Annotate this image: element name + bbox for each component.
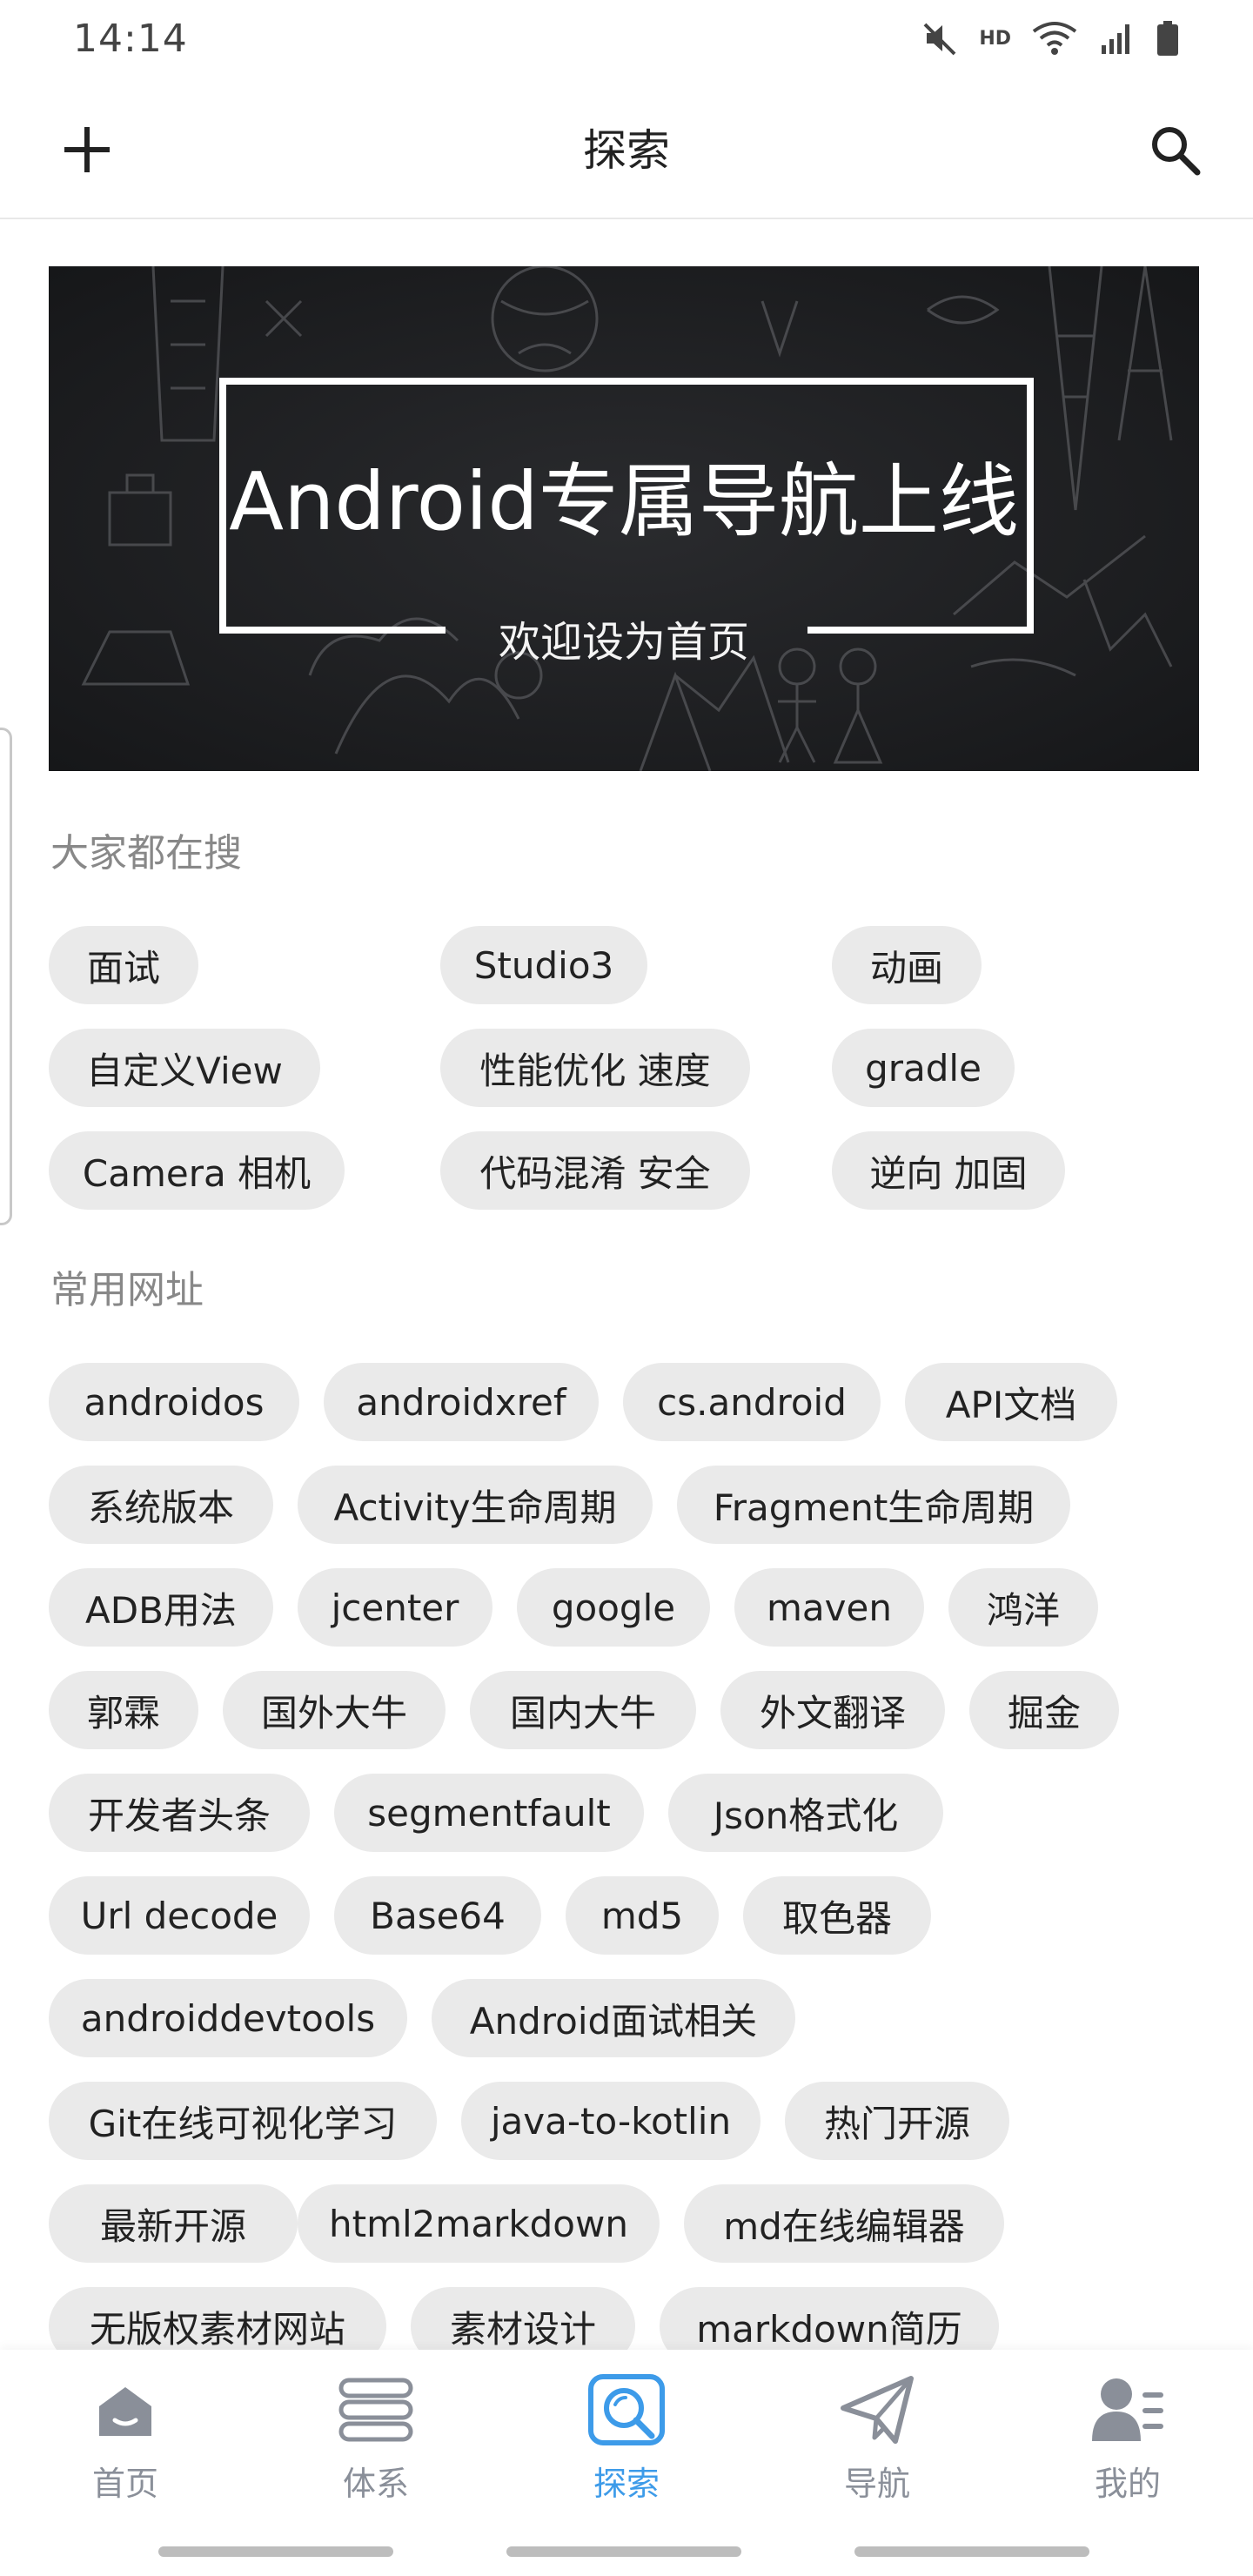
hot-search-chip[interactable]: 逆向 加固 [832, 1131, 1065, 1210]
banner-title: Android专属导航上线 [229, 455, 1019, 548]
site-chip[interactable]: 鸿洋 [948, 1568, 1098, 1647]
banner-subtitle: 欢迎设为首页 [498, 618, 749, 667]
site-chip[interactable]: Fragment生命周期 [677, 1466, 1070, 1544]
bottom-navigation: 首页 体系 探索 导航 我的 [0, 2350, 1253, 2576]
hot-search-chip[interactable]: 性能优化 速度 [440, 1029, 750, 1107]
site-chip[interactable]: androidxref [324, 1363, 599, 1441]
explore-icon [579, 2368, 674, 2452]
signal-icon [1098, 19, 1136, 57]
nav-label: 体系 [342, 2465, 409, 2503]
paper-plane-icon [829, 2368, 925, 2452]
nav-label: 我的 [1094, 2465, 1161, 2503]
explore-screen: 14:14 HD 探索 Android专属导航上线 欢迎设为首页 大家都在搜 面… [0, 0, 1253, 2576]
search-icon [1152, 127, 1201, 176]
hot-searches-title: 大家都在搜 [50, 831, 242, 875]
add-icon [64, 127, 110, 172]
gesture-back[interactable] [854, 2546, 1089, 2557]
site-chip[interactable]: Url decode [49, 1876, 310, 1955]
site-chip[interactable]: 掘金 [969, 1671, 1119, 1749]
site-chip[interactable]: 开发者头条 [49, 1774, 310, 1852]
status-icons: HD [921, 19, 1180, 57]
hot-search-chip[interactable]: Camera 相机 [49, 1131, 345, 1210]
site-chip[interactable]: Activity生命周期 [298, 1466, 653, 1544]
site-chip[interactable]: 取色器 [743, 1876, 931, 1955]
edge-panel-handle[interactable] [0, 728, 12, 1225]
mute-icon [921, 19, 960, 57]
site-chip[interactable]: 郭霖 [49, 1671, 198, 1749]
site-chip[interactable]: Base64 [334, 1876, 541, 1955]
site-chip[interactable]: androiddevtools [49, 1979, 407, 2057]
nav-label: 导航 [843, 2465, 910, 2503]
site-chip[interactable]: androidos [49, 1363, 299, 1441]
battery-icon [1156, 19, 1180, 57]
site-chip[interactable]: 系统版本 [49, 1466, 273, 1544]
site-chip[interactable]: 国外大牛 [223, 1671, 446, 1749]
promo-banner[interactable]: Android专属导航上线 欢迎设为首页 [49, 266, 1199, 771]
site-chip[interactable]: google [517, 1568, 710, 1647]
nav-label: 探索 [593, 2465, 660, 2503]
gesture-home[interactable] [506, 2546, 741, 2557]
site-chip[interactable]: md5 [566, 1876, 719, 1955]
site-chip[interactable]: jcenter [298, 1568, 492, 1647]
hot-search-chip[interactable]: gradle [832, 1029, 1015, 1107]
nav-item-home[interactable]: 首页 [0, 2350, 251, 2515]
nav-item-navigation[interactable]: 导航 [752, 2350, 1002, 2515]
add-button[interactable] [49, 111, 125, 188]
common-sites-title: 常用网址 [50, 1268, 204, 1312]
wifi-icon [1030, 19, 1079, 57]
page-title: 探索 [583, 125, 670, 176]
status-bar: 14:14 HD [0, 0, 1253, 77]
nav-label: 首页 [91, 2465, 158, 2503]
site-chip[interactable]: 最新开源 [49, 2184, 298, 2263]
hot-search-chip[interactable]: 面试 [49, 926, 198, 1004]
nav-item-system[interactable]: 体系 [251, 2350, 501, 2515]
site-chip[interactable]: API文档 [905, 1363, 1117, 1441]
site-chip[interactable]: ADB用法 [49, 1568, 273, 1647]
hd-label: HD [979, 27, 1011, 50]
site-chip[interactable]: 外文翻译 [720, 1671, 945, 1749]
site-chip[interactable]: cs.android [623, 1363, 881, 1441]
site-chip[interactable]: md在线编辑器 [684, 2184, 1004, 2263]
home-icon [77, 2368, 173, 2452]
site-chip[interactable]: java-to-kotlin [461, 2082, 761, 2160]
hot-search-chip[interactable]: 自定义View [49, 1029, 320, 1107]
app-bar: 探索 [0, 77, 1253, 219]
site-chip[interactable]: 热门开源 [785, 2082, 1009, 2160]
site-chip[interactable]: maven [734, 1568, 924, 1647]
hot-search-chip[interactable]: Studio3 [440, 926, 647, 1004]
site-chip[interactable]: Git在线可视化学习 [49, 2082, 437, 2160]
search-button[interactable] [1131, 111, 1218, 188]
layers-icon [328, 2368, 424, 2452]
hot-search-chip[interactable]: 动画 [832, 926, 982, 1004]
site-chip[interactable]: Android面试相关 [432, 1979, 795, 2057]
site-chip[interactable]: 国内大牛 [470, 1671, 696, 1749]
hot-search-chip[interactable]: 代码混淆 安全 [440, 1131, 750, 1210]
profile-icon [1080, 2368, 1176, 2452]
gesture-recents[interactable] [158, 2546, 393, 2557]
status-time: 14:14 [73, 16, 188, 61]
nav-item-mine[interactable]: 我的 [1002, 2350, 1253, 2515]
site-chip[interactable]: Json格式化 [668, 1774, 943, 1852]
site-chip[interactable]: html2markdown [298, 2184, 660, 2263]
nav-item-explore[interactable]: 探索 [501, 2350, 752, 2515]
site-chip[interactable]: segmentfault [334, 1774, 644, 1852]
